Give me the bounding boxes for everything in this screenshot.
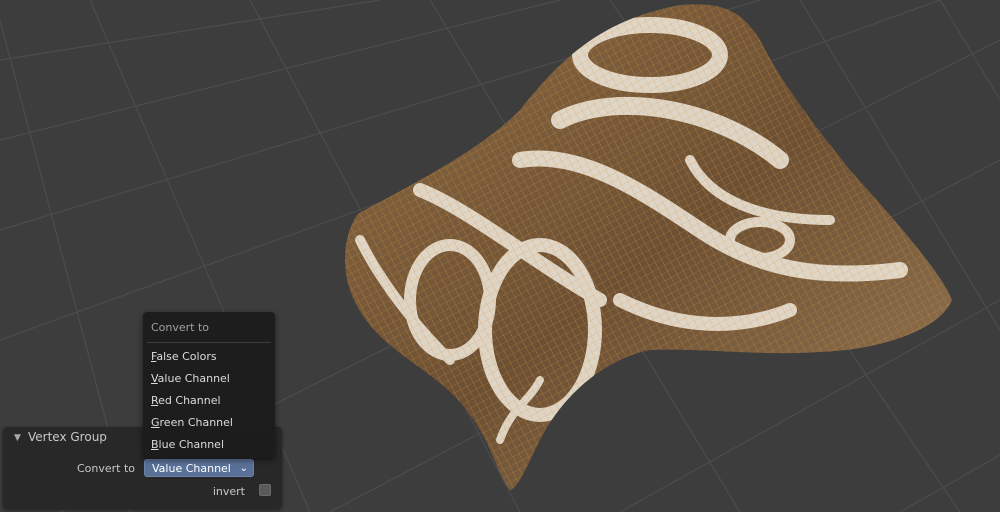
invert-label: invert xyxy=(212,485,245,498)
menu-item-red-channel[interactable]: Red Channel xyxy=(143,390,275,412)
invert-checkbox[interactable] xyxy=(259,484,271,496)
menu-item-label: False Colors xyxy=(151,350,217,363)
convert-to-dropdown-menu: Convert to False Colors Value Channel Re… xyxy=(143,312,275,458)
dropdown-title: Convert to xyxy=(151,321,210,334)
convert-to-select[interactable]: Value Channel ⌄ xyxy=(144,459,254,477)
convert-to-value: Value Channel xyxy=(152,462,231,475)
menu-item-blue-channel[interactable]: Blue Channel xyxy=(143,434,275,456)
chevron-down-icon: ⌄ xyxy=(239,463,248,474)
collapse-icon[interactable]: ▼ xyxy=(14,433,21,443)
menu-item-false-colors[interactable]: False Colors xyxy=(143,346,275,368)
dropdown-separator xyxy=(147,342,271,343)
panel-title: Vertex Group xyxy=(28,430,107,444)
menu-item-green-channel[interactable]: Green Channel xyxy=(143,412,275,434)
menu-item-label: Red Channel xyxy=(151,394,221,407)
mesh-surface[interactable] xyxy=(330,0,970,512)
menu-item-label: Blue Channel xyxy=(151,438,224,451)
convert-to-label: Convert to xyxy=(76,462,135,475)
menu-item-label: Green Channel xyxy=(151,416,233,429)
menu-item-label: Value Channel xyxy=(151,372,230,385)
menu-item-value-channel[interactable]: Value Channel xyxy=(143,368,275,390)
